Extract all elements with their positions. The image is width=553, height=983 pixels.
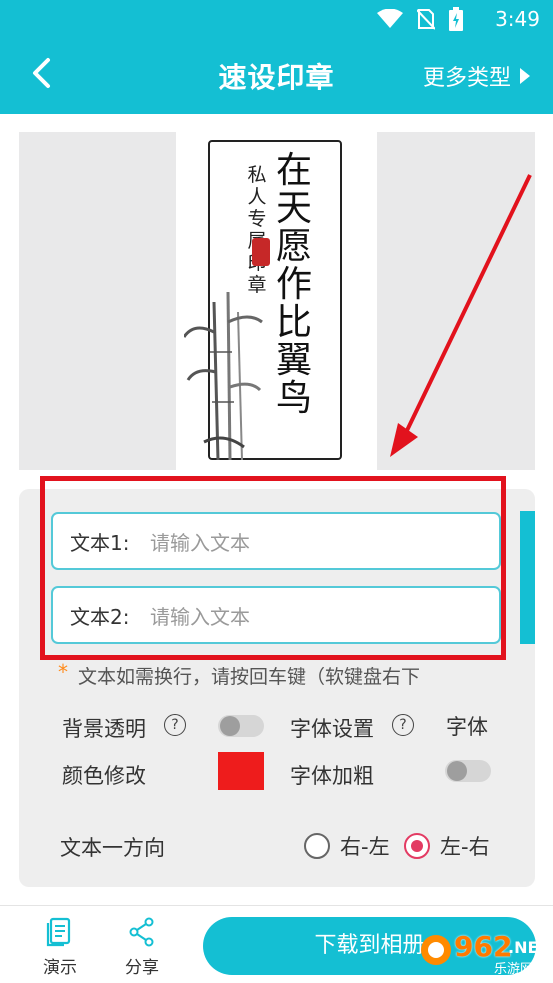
- text1-label: 文本1:: [70, 530, 130, 555]
- more-types-label: 更多类型: [422, 66, 511, 91]
- text2-placeholder: 请输入文本: [150, 604, 250, 629]
- share-button[interactable]: 分享: [110, 917, 174, 978]
- text2-label: 文本2:: [70, 604, 130, 629]
- seal-stamp-icon: [252, 238, 270, 266]
- newline-hint: 文本如需换行，请按回车键（软键盘右下: [78, 666, 421, 688]
- seal-main-text: 在天愿作比翼鸟: [275, 150, 312, 419]
- color-edit-label: 颜色修改: [62, 764, 146, 788]
- demo-button[interactable]: 演示: [28, 917, 92, 978]
- radio-dot: [411, 840, 423, 852]
- radio-label: 左-右: [440, 835, 490, 859]
- wifi-icon: [377, 9, 403, 28]
- font-selector[interactable]: 字体: [446, 711, 488, 741]
- radio-button: [304, 833, 330, 859]
- share-label: 分享: [125, 958, 159, 978]
- download-label: 下载到相册: [314, 933, 425, 958]
- chevron-left-icon: [33, 58, 50, 88]
- background-transparent-label: 背景透明: [62, 717, 146, 741]
- download-to-album-button[interactable]: 下载到相册: [203, 917, 536, 975]
- text-direction-label: 文本一方向: [60, 836, 165, 860]
- direction-radio-left-right[interactable]: 左-右: [404, 831, 490, 861]
- bottom-divider: [0, 905, 553, 906]
- text1-field[interactable]: 文本1: 请输入文本: [51, 512, 501, 570]
- document-icon: [46, 917, 71, 947]
- bamboo-illustration: [184, 292, 263, 461]
- help-icon-font[interactable]: ?: [392, 714, 414, 736]
- hint-star-icon: *: [58, 660, 68, 684]
- more-types-button[interactable]: 更多类型: [423, 60, 531, 92]
- demo-label: 演示: [43, 958, 77, 978]
- help-icon-background[interactable]: ?: [164, 714, 186, 736]
- status-icons: [377, 7, 463, 31]
- font-settings-label: 字体设置: [290, 717, 374, 741]
- scroll-indicator[interactable]: [520, 511, 535, 644]
- status-bar: 3:49: [0, 0, 553, 36]
- direction-radio-right-left[interactable]: 右-左: [304, 831, 390, 861]
- app-header: 速设印章 更多类型: [0, 36, 553, 114]
- seal-preview-panel: 私人专属印章 在天愿作比翼鸟: [176, 132, 377, 470]
- radio-label: 右-左: [340, 835, 390, 859]
- toggle-knob: [220, 716, 240, 736]
- share-icon: [129, 917, 154, 947]
- battery-charging-icon: [449, 7, 463, 31]
- no-sim-icon: [417, 9, 435, 30]
- radio-button-checked: [404, 833, 430, 859]
- background-transparent-toggle[interactable]: [218, 715, 264, 737]
- back-button[interactable]: [30, 56, 66, 96]
- triangle-right-icon: [520, 68, 530, 84]
- status-time: 3:49: [495, 7, 540, 31]
- seal-preview: 私人专属印章 在天愿作比翼鸟: [19, 132, 535, 470]
- text1-placeholder: 请输入文本: [150, 530, 250, 555]
- toggle-knob: [447, 761, 467, 781]
- font-bold-label: 字体加粗: [290, 764, 374, 788]
- font-bold-toggle[interactable]: [445, 760, 491, 782]
- text2-field[interactable]: 文本2: 请输入文本: [51, 586, 501, 644]
- color-swatch[interactable]: [218, 752, 264, 790]
- seal-sub-text: 私人专属印章: [247, 164, 267, 296]
